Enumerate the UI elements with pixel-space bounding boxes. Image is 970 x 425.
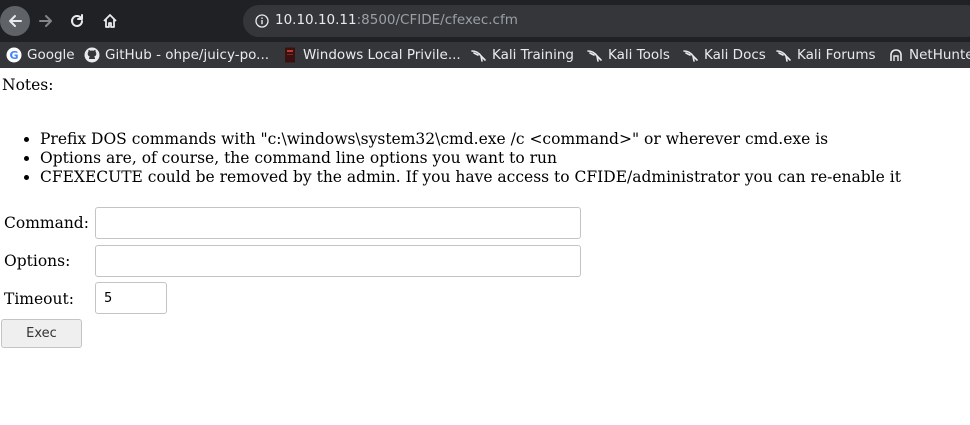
- forward-button[interactable]: [31, 6, 61, 36]
- bookmark-kali-docs[interactable]: Kali Docs: [683, 42, 766, 68]
- options-input[interactable]: [95, 245, 581, 277]
- bookmark-kali-training[interactable]: Kali Training: [471, 42, 574, 68]
- bookmark-windows-privesc[interactable]: Windows Local Privile...: [282, 42, 461, 68]
- timeout-label: Timeout:: [4, 290, 74, 308]
- url-text: 10.10.10.11:8500/CFIDE/cfexec.cfm: [275, 12, 518, 28]
- kali-dragon-icon: [683, 50, 698, 62]
- bookmarks-bar: G Google GitHub - ohpe/juicy-po... Windo…: [0, 42, 970, 68]
- bookmark-kali-forums[interactable]: Kali Forums: [776, 42, 876, 68]
- bookmark-page-icon: [285, 47, 295, 63]
- bookmark-label: Google: [27, 47, 75, 63]
- nethunter-icon: [890, 49, 902, 61]
- reload-icon: [71, 14, 83, 27]
- info-icon[interactable]: [255, 14, 269, 28]
- note-item: Prefix DOS commands with "c:\windows\sys…: [40, 130, 901, 149]
- bookmark-nethunter[interactable]: NetHunter: [888, 42, 970, 68]
- google-icon: G: [6, 47, 22, 63]
- command-input[interactable]: [95, 207, 581, 239]
- reload-button[interactable]: [62, 6, 92, 36]
- note-item: CFEXECUTE could be removed by the admin.…: [40, 168, 901, 187]
- url-path: :8500/CFIDE/cfexec.cfm: [356, 12, 518, 28]
- bookmark-label: Kali Forums: [797, 47, 876, 63]
- bookmark-label: Windows Local Privile...: [303, 47, 461, 63]
- options-label: Options:: [4, 252, 71, 270]
- browser-toolbar: 10.10.10.11:8500/CFIDE/cfexec.cfm: [0, 0, 970, 42]
- home-icon: [103, 14, 117, 28]
- kali-dragon-icon: [776, 50, 791, 62]
- bookmark-google[interactable]: G Google: [6, 42, 75, 68]
- bookmark-kali-tools[interactable]: Kali Tools: [587, 42, 670, 68]
- url-host: 10.10.10.11: [275, 12, 357, 28]
- bookmark-label: GitHub - ohpe/juicy-po...: [105, 47, 270, 63]
- bookmark-label: Kali Tools: [608, 47, 670, 63]
- bookmark-label: Kali Training: [492, 47, 574, 63]
- exec-button[interactable]: Exec: [1, 319, 82, 348]
- command-label: Command:: [4, 214, 89, 232]
- address-bar[interactable]: 10.10.10.11:8500/CFIDE/cfexec.cfm: [243, 5, 970, 37]
- arrow-left-icon: [9, 15, 22, 27]
- note-item: Options are, of course, the command line…: [40, 149, 901, 168]
- svg-text:G: G: [9, 49, 18, 62]
- notes-list: Prefix DOS commands with "c:\windows\sys…: [0, 130, 901, 187]
- home-button[interactable]: [95, 6, 125, 36]
- notes-label: Notes:: [2, 76, 54, 94]
- page-content: Notes: Prefix DOS commands with "c:\wind…: [0, 68, 970, 425]
- bookmark-label: Kali Docs: [704, 47, 766, 63]
- kali-dragon-icon: [587, 50, 602, 62]
- bookmark-label: NetHunter: [909, 47, 970, 63]
- arrow-right-icon: [39, 15, 52, 27]
- bookmark-github[interactable]: GitHub - ohpe/juicy-po...: [84, 42, 269, 68]
- timeout-input[interactable]: [95, 282, 167, 314]
- github-icon: [84, 47, 100, 63]
- back-button[interactable]: [0, 6, 30, 36]
- kali-dragon-icon: [471, 50, 486, 62]
